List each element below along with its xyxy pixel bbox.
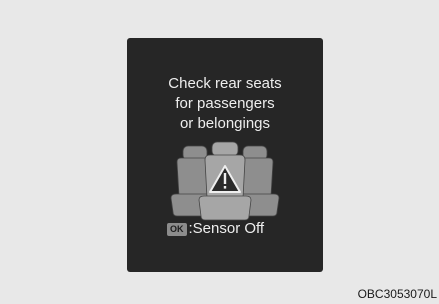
ok-button-icon: OK — [167, 222, 187, 236]
sensor-off-hint: OK :Sensor Off — [167, 220, 264, 238]
sensor-off-label: :Sensor Off — [188, 220, 265, 237]
cluster-display: Check rear seats for passengers or belon… — [127, 38, 323, 272]
message-line-1: Check rear seats — [168, 75, 282, 92]
message-line-2: for passengers — [175, 95, 275, 112]
message-line-3: or belongings — [179, 115, 271, 132]
rear-seat-reminder-message: Check rear seats for passengers or belon… — [127, 74, 323, 134]
image-reference-code: OBC3053070L — [357, 287, 437, 301]
